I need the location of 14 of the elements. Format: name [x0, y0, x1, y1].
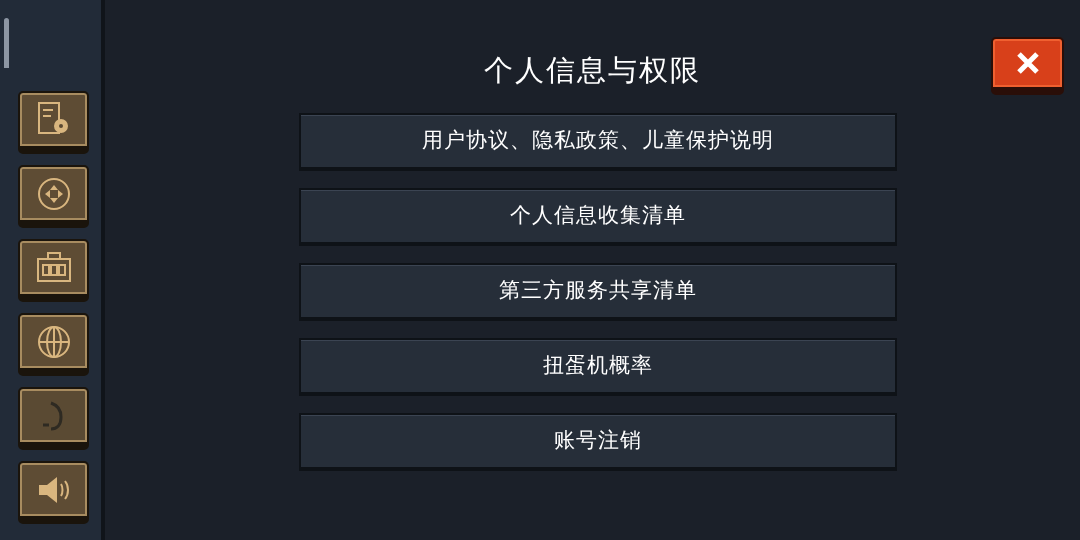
menu-button[interactable]: 用户协议、隐私政策、儿童保护说明 [298, 113, 897, 171]
scroll-handle[interactable] [4, 18, 9, 68]
close-icon [1014, 50, 1041, 76]
menu-button[interactable]: 账号注销 [298, 413, 897, 471]
sidebar-tab[interactable] [18, 239, 89, 302]
menu-button[interactable]: 第三方服务共享清单 [298, 263, 897, 321]
menu-button[interactable]: 个人信息收集清单 [298, 188, 897, 246]
sidebar-tab[interactable] [18, 313, 89, 376]
sidebar-tab[interactable] [18, 461, 89, 524]
menu-button[interactable]: 扭蛋机概率 [298, 338, 897, 396]
dialog-title: 个人信息与权限 [484, 56, 701, 85]
sidebar-tab[interactable] [18, 91, 89, 154]
close-button[interactable] [991, 37, 1064, 95]
sidebar-tab[interactable] [18, 165, 89, 228]
